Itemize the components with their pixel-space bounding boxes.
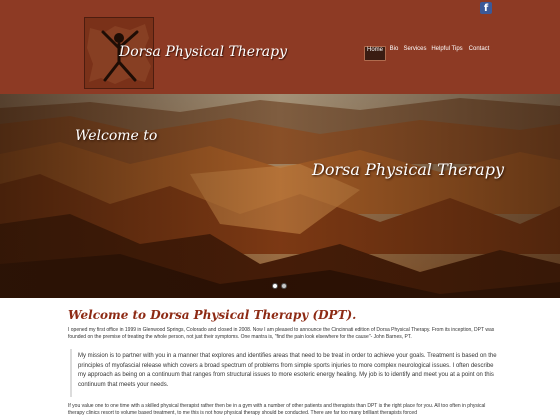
- facebook-icon[interactable]: f: [480, 2, 492, 14]
- page-heading: Welcome to Dorsa Physical Therapy (DPT).: [68, 308, 357, 322]
- site-header: f Dorsa Physical Therapy Home Bio Servic…: [0, 0, 560, 94]
- nav-helpful-tips[interactable]: Helpful Tips: [430, 46, 464, 61]
- closing-paragraph: If you value one to one time with a skil…: [68, 403, 486, 416]
- nav-contact[interactable]: Contact: [468, 46, 490, 61]
- nav-home[interactable]: Home: [364, 46, 386, 61]
- hero-slider[interactable]: [0, 94, 560, 298]
- site-name[interactable]: Dorsa Physical Therapy: [119, 44, 287, 60]
- hero-title: Dorsa Physical Therapy: [312, 160, 504, 179]
- canyon-image: [0, 94, 560, 298]
- intro-paragraph: I opened my first office in 1999 in Glen…: [68, 327, 495, 340]
- mission-text: My mission is to partner with you in a m…: [78, 353, 497, 388]
- nav-services[interactable]: Services: [403, 46, 427, 61]
- slider-dot-2[interactable]: [281, 283, 287, 289]
- slider-dot-1[interactable]: [272, 283, 278, 289]
- nav-bio[interactable]: Bio: [387, 46, 401, 61]
- hero-welcome-text: Welcome to: [75, 128, 158, 144]
- mission-blockquote: My mission is to partner with you in a m…: [70, 349, 502, 397]
